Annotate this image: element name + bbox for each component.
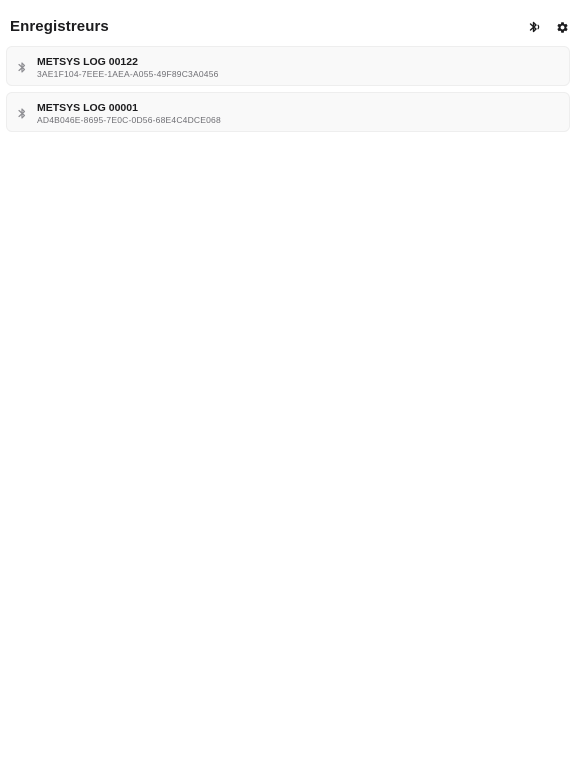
bluetooth-scan-button[interactable]	[525, 17, 545, 37]
device-name: METSYS LOG 00001	[37, 102, 138, 114]
device-uuid: AD4B046E-8695-7E0C-0D56-68E4C4DCE068	[37, 115, 221, 125]
settings-button[interactable]	[552, 17, 572, 37]
header-bar: Enregistreurs	[0, 0, 576, 50]
device-uuid: 3AE1F104-7EEE-1AEA-A055-49F89C3A0456	[37, 69, 219, 79]
gear-icon	[556, 21, 568, 33]
device-name: METSYS LOG 00122	[37, 56, 138, 68]
device-list-item[interactable]: METSYS LOG 00001 AD4B046E-8695-7E0C-0D56…	[6, 92, 570, 132]
device-list: METSYS LOG 00122 3AE1F104-7EEE-1AEA-A055…	[6, 46, 570, 138]
app-screen: Enregistreurs METSYS LOG 00122 3AE1F104-…	[0, 0, 576, 768]
bluetooth-scan-icon	[529, 21, 540, 33]
page-title: Enregistreurs	[10, 18, 109, 35]
device-list-item[interactable]: METSYS LOG 00122 3AE1F104-7EEE-1AEA-A055…	[6, 46, 570, 86]
bluetooth-icon	[16, 106, 28, 120]
bluetooth-icon	[16, 60, 28, 74]
